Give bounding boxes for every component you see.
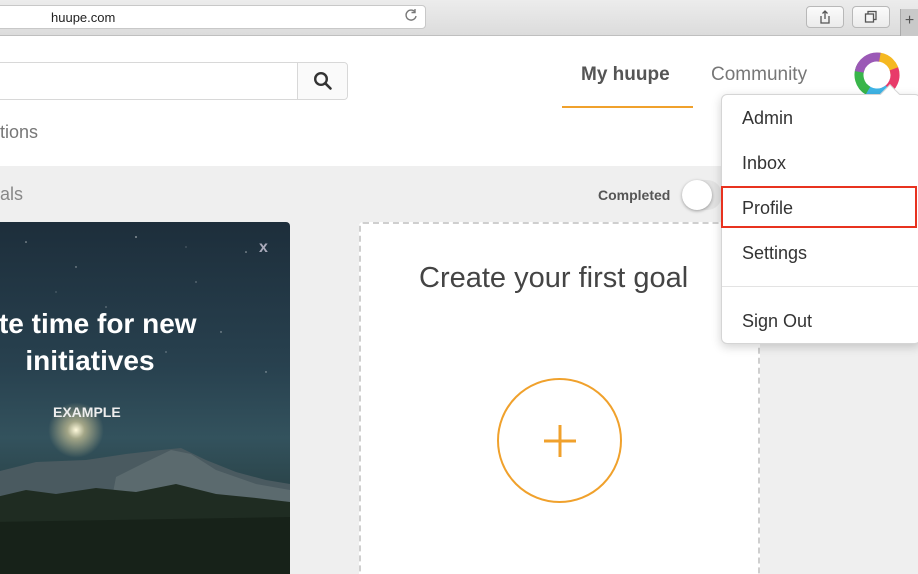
section-label: als <box>0 184 24 204</box>
tabs-overview-icon <box>864 10 877 23</box>
plus-icon <box>543 424 576 457</box>
new-tab-button[interactable]: + <box>900 9 918 36</box>
close-card-button[interactable]: x <box>259 239 268 257</box>
menu-item-sign-out[interactable]: Sign Out <box>742 311 812 332</box>
menu-divider <box>722 286 918 287</box>
menu-item-inbox[interactable]: Inbox <box>742 153 786 174</box>
active-nav-indicator <box>562 106 693 108</box>
reload-icon[interactable] <box>403 8 419 24</box>
completed-toggle[interactable] <box>682 180 722 210</box>
share-icon <box>820 10 830 24</box>
search-button[interactable] <box>297 63 347 99</box>
example-goal-card[interactable] <box>0 222 290 574</box>
example-card-title: ate time for new initiatives <box>0 308 197 376</box>
share-button[interactable] <box>806 6 844 28</box>
mountain-landscape-image <box>0 236 290 574</box>
completed-label: Completed <box>598 187 671 203</box>
create-goal-title: Create your first goal <box>419 262 689 294</box>
search-input[interactable] <box>0 62 348 100</box>
sub-tab-label[interactable]: tions <box>0 122 38 143</box>
add-goal-button[interactable] <box>497 378 622 503</box>
tabs-overview-button[interactable] <box>852 6 890 28</box>
search-icon <box>313 71 332 90</box>
menu-item-settings[interactable]: Settings <box>742 243 807 264</box>
nav-community[interactable]: Community <box>711 64 807 86</box>
profile-highlight-box <box>721 186 917 228</box>
address-bar[interactable]: huupe.com <box>0 5 426 29</box>
nav-my-huupe[interactable]: My huupe <box>581 64 670 86</box>
menu-item-admin[interactable]: Admin <box>742 108 793 129</box>
browser-toolbar: huupe.com + <box>0 0 918 36</box>
example-tag: EXAMPLE <box>53 404 121 420</box>
toggle-knob <box>682 180 712 210</box>
url-text: huupe.com <box>51 10 116 25</box>
